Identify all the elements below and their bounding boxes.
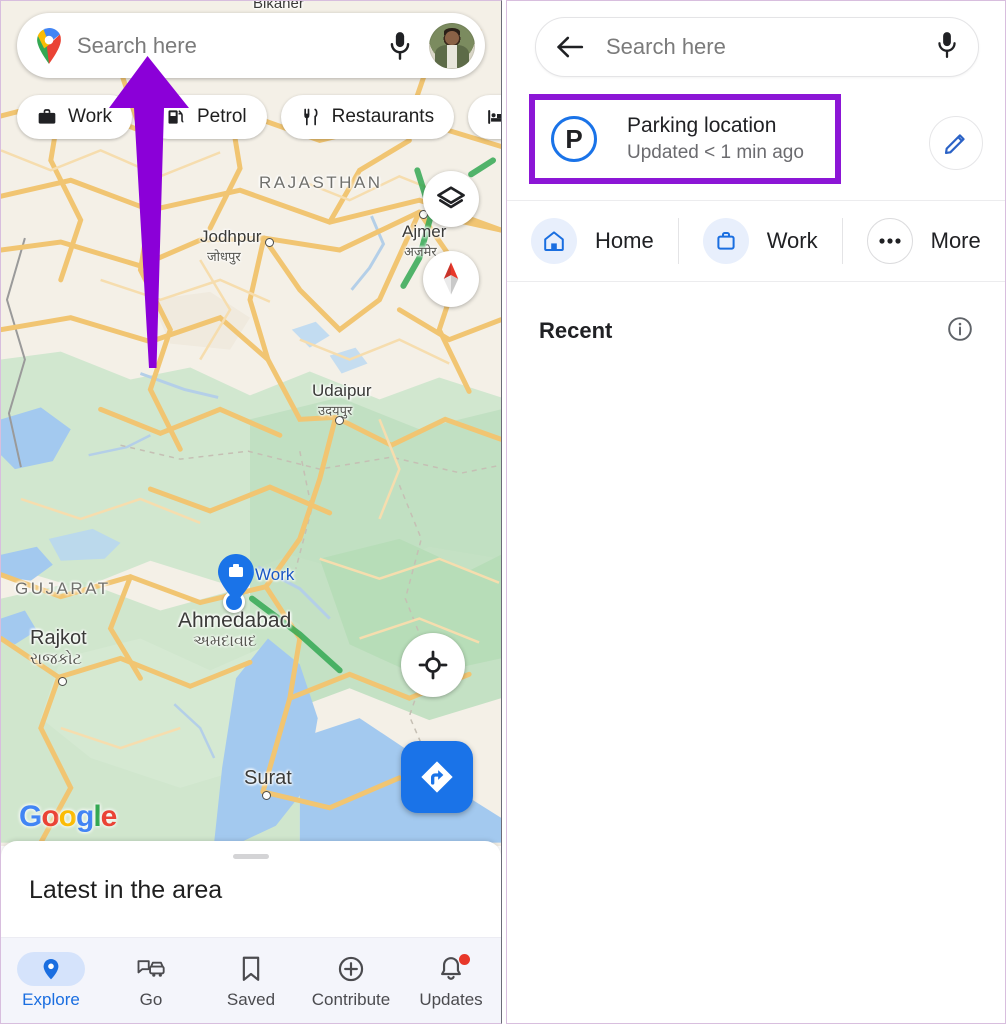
fork-knife-icon <box>303 108 318 126</box>
back-arrow-icon[interactable] <box>556 35 584 59</box>
left-phone-panel: Bikaner RAJASTHAN Jodhpur जोधपुर Ajmer अ… <box>0 0 502 1024</box>
quick-item-work[interactable]: Work <box>679 201 842 281</box>
map-canvas[interactable]: Bikaner RAJASTHAN Jodhpur जोधपुर Ajmer अ… <box>1 1 501 846</box>
quick-item-home[interactable]: Home <box>507 201 678 281</box>
map-pin-work-label: Work <box>255 565 295 584</box>
chip-hotels[interactable] <box>468 95 501 139</box>
quick-item-more[interactable]: More <box>843 201 1005 281</box>
fuel-pump-icon <box>168 110 184 124</box>
right-phone-panel: Search here P Parking location Updated <… <box>506 0 1006 1024</box>
directions-fab-button[interactable] <box>401 741 473 813</box>
microphone-icon <box>938 31 956 58</box>
chip-work-label: Work <box>68 106 112 127</box>
nav-label-go: Go <box>139 989 163 1009</box>
more-icon-circle <box>866 218 913 264</box>
nav-item-updates[interactable]: Updates <box>401 952 501 1010</box>
parking-title: Parking location <box>627 114 777 137</box>
map-dot-udaipur <box>335 416 344 425</box>
bookmark-icon <box>242 956 260 981</box>
edit-parking-button[interactable] <box>929 116 983 170</box>
category-chips: Work Petrol Restaurants <box>17 95 501 139</box>
nav-item-go[interactable]: Go <box>101 952 201 1010</box>
quick-item-home-label: Home <box>595 228 654 253</box>
briefcase-icon <box>38 109 56 124</box>
map-compass-button[interactable] <box>423 251 479 307</box>
map-pin-work[interactable]: Work <box>217 553 294 608</box>
nav-pill-contribute <box>317 952 385 986</box>
directions-arrow-icon <box>421 761 453 793</box>
nav-item-saved[interactable]: Saved <box>201 952 301 1010</box>
parking-subtitle: Updated < 1 min ago <box>627 142 804 164</box>
google-maps-pin-icon <box>37 27 61 64</box>
recent-info-button[interactable] <box>947 316 973 347</box>
my-location-icon <box>418 650 448 680</box>
account-avatar[interactable] <box>429 22 475 69</box>
bottom-navigation-bar: Explore Go Saved Contribute Updates <box>1 937 501 1023</box>
parking-p-icon: P <box>551 116 597 162</box>
chip-petrol-label: Petrol <box>196 106 247 127</box>
hotel-bed-icon <box>488 110 501 124</box>
pencil-edit-icon <box>944 134 965 155</box>
nav-pill-updates <box>417 952 485 986</box>
bottom-sheet[interactable]: Latest in the area <box>1 841 501 939</box>
more-dots-icon <box>879 238 901 244</box>
google-logo-l: l <box>93 800 101 833</box>
map-search-bar[interactable]: Search here <box>17 13 485 78</box>
google-logo-e: e <box>100 800 118 833</box>
quick-access-row: Home Work More <box>507 200 1005 282</box>
chip-work[interactable]: Work <box>17 95 132 139</box>
voice-search-button[interactable] <box>383 31 417 61</box>
updates-badge-dot <box>459 953 470 965</box>
parking-location-row[interactable]: P Parking location Updated < 1 min ago <box>529 94 989 184</box>
search-input[interactable]: Search here <box>77 33 371 59</box>
nav-item-explore[interactable]: Explore <box>1 951 101 1010</box>
search-input[interactable]: Search here <box>606 34 914 60</box>
map-dot-surat <box>262 791 271 800</box>
map-layers-button[interactable] <box>423 171 479 227</box>
nav-label-updates: Updates <box>419 989 483 1009</box>
nav-item-contribute[interactable]: Contribute <box>301 952 401 1010</box>
microphone-icon <box>390 31 410 60</box>
nav-label-updates-contribute: Contribute <box>311 989 391 1009</box>
nav-label-explore: Explore <box>22 989 80 1009</box>
info-circle-icon <box>948 316 972 341</box>
recent-section-header: Recent <box>507 301 1005 361</box>
google-logo-g2: g <box>76 800 94 833</box>
home-icon <box>544 231 564 251</box>
google-logo-g1: G <box>19 800 42 833</box>
my-location-button[interactable] <box>401 633 465 697</box>
google-logo-o2: o <box>58 800 77 833</box>
bottom-sheet-title: Latest in the area <box>29 876 223 904</box>
google-logo: Google <box>19 800 118 834</box>
work-icon-circle <box>702 218 749 264</box>
location-pin-icon <box>43 958 59 979</box>
compass-needle-icon <box>443 262 459 295</box>
plus-circle-icon <box>338 956 364 981</box>
nav-pill-explore <box>17 951 85 986</box>
commute-car-icon <box>137 959 165 977</box>
chip-petrol[interactable]: Petrol <box>145 95 267 139</box>
search-results-bar[interactable]: Search here <box>535 17 979 77</box>
recent-title: Recent <box>539 318 613 343</box>
location-pin-icon <box>218 554 254 602</box>
home-icon-circle <box>531 218 577 264</box>
nav-label-saved: Saved <box>226 989 276 1009</box>
map-layers-icon <box>437 186 465 209</box>
voice-search-button[interactable] <box>936 31 958 64</box>
quick-item-work-label: Work <box>766 228 818 253</box>
screenshot-stage: Bikaner RAJASTHAN Jodhpur जोधपुर Ajmer अ… <box>0 0 1008 1024</box>
chip-restaurants-label: Restaurants <box>331 106 435 127</box>
nav-pill-saved <box>217 952 285 986</box>
parking-text-block: Parking location Updated < 1 min ago <box>627 112 804 166</box>
quick-item-more-label: More <box>930 228 981 253</box>
nav-pill-go <box>117 952 185 986</box>
google-logo-o1: o <box>41 800 59 833</box>
briefcase-icon <box>717 232 735 250</box>
chip-restaurants[interactable]: Restaurants <box>280 95 455 139</box>
map-dot-jodhpur <box>265 238 274 247</box>
map-dot-rajkot <box>58 677 67 686</box>
